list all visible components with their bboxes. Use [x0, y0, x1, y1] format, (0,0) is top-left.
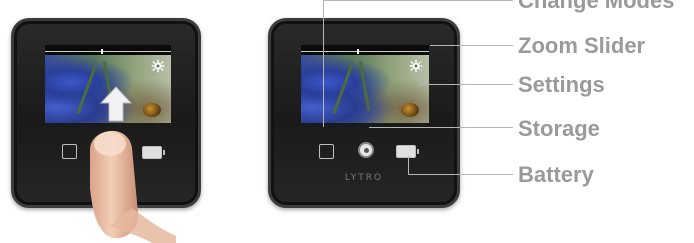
camera-screen[interactable] [45, 45, 171, 123]
flower-photo [301, 55, 429, 123]
zoom-knob[interactable] [101, 49, 103, 54]
zoom-track [301, 51, 429, 52]
storage-icon[interactable] [358, 142, 374, 158]
zoom-slider[interactable] [45, 49, 171, 54]
settings-leader-vertical [420, 62, 421, 84]
label-settings: Settings [518, 72, 605, 97]
flower-photo [45, 55, 171, 123]
change-modes-button[interactable] [62, 144, 77, 159]
zoom-knob[interactable] [357, 49, 359, 54]
lytro-camera-right: LYTRO [268, 18, 460, 208]
battery-leader [408, 174, 513, 175]
change-modes-button[interactable] [319, 144, 334, 159]
label-change-modes: Change Modes [518, 0, 675, 13]
label-storage: Storage [518, 116, 600, 141]
gear-icon[interactable] [151, 59, 165, 73]
bee-image [401, 103, 419, 117]
camera-screen[interactable] [301, 45, 429, 123]
storage-leader [369, 127, 513, 128]
change-modes-leader-vertical [323, 0, 324, 127]
zoom-slider-leader [430, 45, 513, 46]
settings-leader [420, 84, 513, 85]
bee-image [143, 103, 161, 117]
zoom-slider[interactable] [301, 49, 429, 54]
battery-icon [396, 145, 419, 158]
finger-icon [90, 130, 176, 243]
zoom-track [45, 51, 171, 52]
battery-leader-vertical [408, 156, 409, 174]
change-modes-leader [323, 0, 513, 1]
label-zoom-slider: Zoom Slider [518, 33, 646, 58]
label-battery: Battery [518, 162, 594, 187]
